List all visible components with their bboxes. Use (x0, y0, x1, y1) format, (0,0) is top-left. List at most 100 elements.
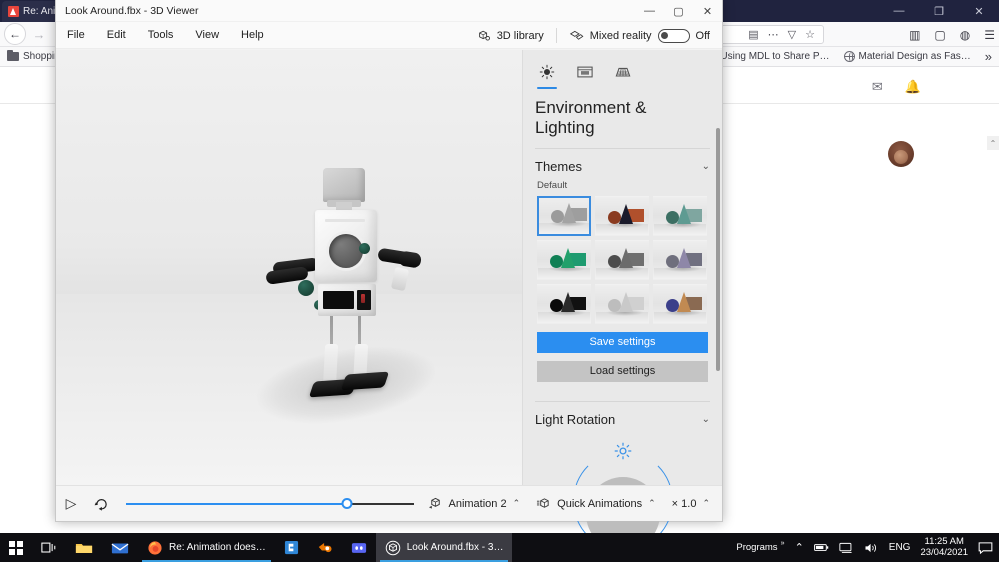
firefox-taskbar-item[interactable]: Re: Animation does… (138, 533, 275, 562)
backdrop-tab[interactable] (573, 60, 597, 84)
scroll-up-arrow[interactable]: ⌃ (987, 136, 999, 150)
chevron-down-icon[interactable]: ⌄ (702, 161, 710, 172)
mail-icon (111, 541, 129, 555)
bookmark-material-design[interactable]: Material Design as Fas… (837, 51, 978, 62)
menu-icon[interactable]: ☰ (984, 28, 995, 42)
animation-selector[interactable]: Animation 2 ⌃ (420, 497, 529, 511)
bookmark-star-icon[interactable]: ☆ (805, 28, 815, 41)
3d-library-button[interactable]: 3D library (465, 29, 556, 43)
discord-app-button[interactable] (342, 533, 376, 562)
bell-icon[interactable]: 🔔 (905, 79, 921, 95)
themes-title: Themes (535, 159, 582, 174)
notification-icon[interactable] (978, 541, 993, 555)
reader-icon[interactable]: ▤ (748, 28, 758, 41)
theme-black[interactable] (537, 284, 591, 324)
app-blue-button[interactable] (275, 533, 308, 562)
show-hidden-icons-button[interactable]: ⌃ (795, 541, 804, 554)
programs-tray-label[interactable]: Programs» (736, 542, 784, 553)
library-icon[interactable]: ▥ (909, 28, 920, 42)
load-settings-button[interactable]: Load settings (537, 361, 708, 382)
playback-bar: ▷ Animation 2 ⌃ (56, 485, 722, 521)
firefox-minimize-button[interactable]: — (879, 0, 919, 22)
menu-help[interactable]: Help (230, 22, 275, 49)
mixed-reality-toggle[interactable] (658, 29, 690, 43)
back-button[interactable]: ← (4, 23, 26, 45)
robot-foot-right (341, 372, 389, 391)
mixed-reality-label: Mixed reality (590, 30, 652, 42)
loop-button[interactable] (86, 497, 116, 511)
save-settings-button[interactable]: Save settings (537, 332, 708, 353)
grid-tab[interactable] (611, 60, 635, 84)
menu-edit[interactable]: Edit (96, 22, 137, 49)
theme-multicolor[interactable] (653, 284, 707, 324)
menu-file[interactable]: File (56, 22, 96, 49)
viewer-maximize-button[interactable]: ▢ (664, 0, 693, 22)
robot-hips (318, 284, 376, 316)
firefox-toolbar-right: ▥ ▢ ◍ ☰ (909, 24, 995, 45)
viewer-close-button[interactable]: ✕ (693, 0, 722, 22)
chevron-up-icon[interactable]: ⌃ (513, 498, 521, 509)
quick-animations-selector[interactable]: Quick Animations ⌃ (528, 497, 664, 511)
theme-darkgray[interactable] (595, 240, 649, 280)
account-icon[interactable]: ◍ (960, 28, 970, 42)
themes-section-header[interactable]: Themes ⌄ (523, 149, 722, 180)
theme-orange[interactable] (595, 196, 649, 236)
network-icon[interactable] (839, 542, 854, 554)
forward-button[interactable]: → (26, 23, 52, 45)
light-rotation-header[interactable]: Light Rotation ⌄ (523, 402, 722, 433)
firefox-icon (147, 540, 163, 556)
pocket-icon[interactable]: ▽ (788, 28, 796, 41)
3d-viewport[interactable] (56, 50, 522, 485)
blender-app-button[interactable] (308, 533, 342, 562)
clock[interactable]: 11:25 AM 23/04/2021 (920, 537, 968, 559)
sun-icon (539, 64, 555, 80)
start-button[interactable] (0, 533, 32, 562)
theme-lavender[interactable] (653, 240, 707, 280)
chevron-down-icon[interactable]: ⌄ (702, 414, 710, 425)
firefox-restore-button[interactable]: ❐ (919, 0, 959, 22)
address-bar-actions: ▤ ⋯ ▽ ☆ (748, 25, 821, 44)
mail-icon[interactable]: ✉ (872, 79, 883, 95)
theme-white[interactable] (595, 284, 649, 324)
language-indicator[interactable]: ENG (889, 542, 911, 553)
mixed-reality-control[interactable]: Mixed reality Off (557, 29, 722, 43)
timeline-slider[interactable] (126, 497, 414, 511)
theme-grid (523, 196, 722, 324)
theme-teal[interactable] (653, 196, 707, 236)
grid-icon (614, 64, 632, 80)
theme-cone (677, 204, 691, 224)
firefox-close-button[interactable]: ✕ (959, 0, 999, 22)
app-icon (284, 540, 299, 555)
bookmarks-overflow-button[interactable]: » (978, 49, 999, 64)
viewer-minimize-button[interactable]: — (635, 0, 664, 22)
blender-icon (317, 540, 333, 555)
menu-tools[interactable]: Tools (137, 22, 185, 49)
system-tray: Programs» ⌃ ENG 11:25 AM 23/04/2021 (736, 537, 999, 559)
panel-tabs (523, 50, 722, 84)
lighting-tab[interactable] (535, 60, 559, 84)
menu-bar: File Edit Tools View Help 3D library (56, 22, 722, 49)
menu-bar-right: 3D library Mixed reality Off (465, 22, 722, 49)
windows-icon (9, 541, 23, 555)
viewer-taskbar-item[interactable]: Look Around.fbx - 3… (376, 533, 513, 562)
mail-app-button[interactable] (102, 533, 138, 562)
timeline-thumb[interactable] (342, 498, 353, 509)
task-view-button[interactable] (32, 533, 66, 562)
page-actions-icon[interactable]: ⋯ (768, 28, 779, 41)
bookmark-label: Material Design as Fas… (859, 51, 971, 62)
theme-green[interactable] (537, 240, 591, 280)
panel-scrollbar[interactable] (716, 128, 720, 371)
theme-gray[interactable] (537, 196, 591, 236)
sidebar-icon[interactable]: ▢ (934, 28, 945, 42)
menu-view[interactable]: View (184, 22, 230, 49)
speed-selector[interactable]: × 1.0 ⌃ (664, 498, 722, 510)
avatar[interactable] (888, 141, 914, 167)
theme-cone (677, 292, 691, 312)
volume-icon[interactable] (864, 542, 879, 554)
theme-cone (562, 203, 576, 223)
play-button[interactable]: ▷ (56, 495, 86, 512)
file-explorer-button[interactable] (66, 533, 102, 562)
battery-icon[interactable] (814, 542, 829, 553)
chevron-up-icon[interactable]: ⌃ (648, 498, 656, 509)
chevron-up-icon[interactable]: ⌃ (702, 498, 710, 509)
